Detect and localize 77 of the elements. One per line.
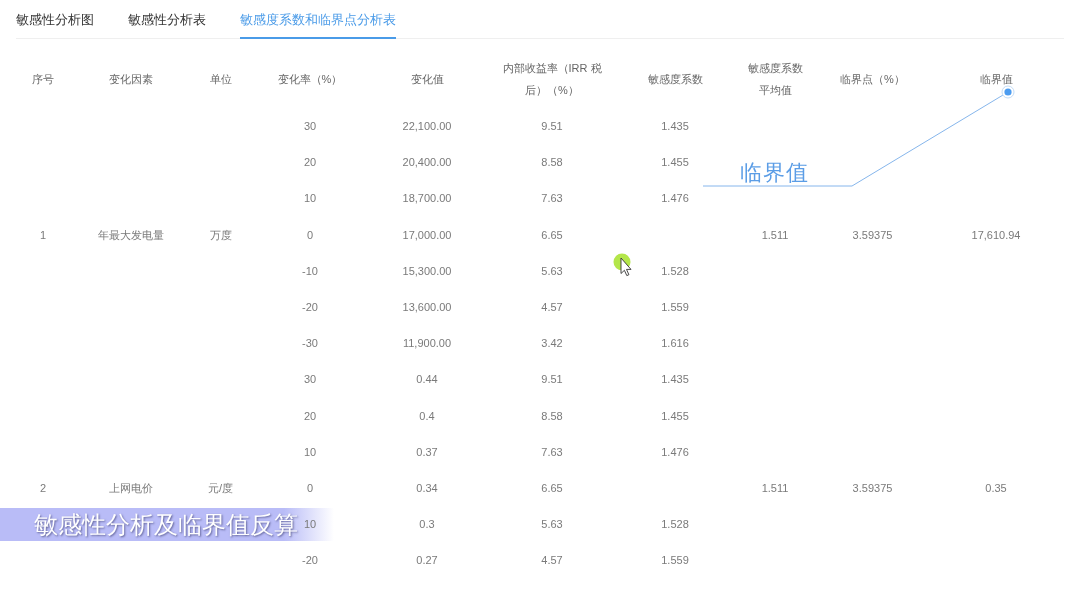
table-cell: 7.63 [541, 444, 563, 459]
table-cell: 0 [306, 480, 314, 495]
table-cell: 1.528 [661, 263, 689, 278]
table-cell: 8.58 [541, 408, 563, 423]
table-cell: 1.559 [661, 553, 689, 568]
table-cell: -10 [302, 263, 318, 278]
dot-icon [1001, 85, 1015, 99]
table-cell: -30 [302, 336, 318, 351]
table-cell: 18,700.00 [402, 191, 452, 206]
table-cell: 0.34 [416, 480, 438, 495]
table-cell: 20 [303, 408, 317, 423]
table-cell: 1.435 [661, 372, 689, 387]
table-cell: 0.3 [419, 517, 435, 532]
table-cell: 10 [303, 517, 317, 532]
table-cell: 1.476 [661, 444, 689, 459]
column-header: 单位 [209, 72, 232, 87]
column-header: 变化因素 [109, 72, 153, 87]
table-cell: 4.57 [541, 553, 563, 568]
table-cell: 8.58 [541, 155, 563, 170]
table-cell: 30 [303, 119, 317, 134]
table-cell: 17,610.94 [971, 227, 1021, 242]
table-cell: 0.37 [416, 444, 438, 459]
table-cell: 20 [303, 155, 317, 170]
table-cell: 1.455 [661, 155, 689, 170]
table-cell: 9.51 [541, 372, 563, 387]
column-header: 变化值 [410, 72, 444, 87]
column-header: 临界点（%） [840, 72, 905, 87]
table-cell: 3.42 [541, 336, 563, 351]
column-header: 敏感度系数 [647, 72, 703, 87]
table-cell: 3.59375 [852, 480, 893, 495]
table-cell: 1.511 [761, 227, 789, 242]
table-cell: 1.511 [761, 480, 789, 495]
table-cell: 1.476 [661, 191, 689, 206]
table-cell: 0.27 [416, 553, 438, 568]
table-cell: 元/度 [207, 480, 234, 495]
table-cell: 1.559 [661, 300, 689, 315]
table-cell: 1.616 [661, 336, 689, 351]
table-cell: 3.59375 [852, 227, 893, 242]
table-cell: 0 [306, 227, 314, 242]
table-cell: 年最大发电量 [98, 227, 164, 242]
table-cell: 9.51 [541, 119, 563, 134]
table-cell: 30 [303, 372, 317, 387]
table-cell: 6.65 [541, 227, 563, 242]
table-cell: 7.63 [541, 191, 563, 206]
tab[interactable]: 敏感性分析表 [128, 0, 206, 39]
table-cell: 1 [39, 227, 47, 242]
annotation-label: 临界值 [740, 160, 809, 186]
tab[interactable]: 敏感性分析图 [16, 0, 94, 39]
table-cell: 17,000.00 [402, 227, 452, 242]
table-cell: 万度 [209, 227, 232, 242]
table-cell: 1.455 [661, 408, 689, 423]
table-cell: 11,900.00 [402, 336, 452, 351]
table-cell: 13,600.00 [402, 300, 452, 315]
table-cell: 5.63 [541, 517, 563, 532]
table-cell: 10 [303, 444, 317, 459]
cursor-icon [612, 252, 632, 278]
table-cell: 15,300.00 [402, 263, 452, 278]
table-cell: 5.63 [541, 263, 563, 278]
table-cell: 2 [39, 480, 47, 495]
table-cell: 上网电价 [109, 480, 153, 495]
table-cell: -20 [302, 553, 318, 568]
table-cell: 4.57 [541, 300, 563, 315]
table-cell: -20 [302, 300, 318, 315]
column-header: 变化率（%） [277, 72, 343, 87]
table-cell: 10 [303, 191, 317, 206]
table-cell: 0.44 [416, 372, 438, 387]
table-cell: 1.435 [661, 119, 689, 134]
table-cell: 6.65 [541, 480, 563, 495]
table-cell: 1.528 [661, 517, 689, 532]
column-header: 序号 [32, 72, 54, 87]
table-cell: 20,400.00 [402, 155, 452, 170]
column-header: 内部收益率（IRR 税后）（%） [501, 61, 603, 98]
column-header: 敏感度系数平均值 [746, 61, 804, 98]
table-cell: 22,100.00 [402, 119, 452, 134]
table-cell: 0.35 [985, 480, 1007, 495]
column-header: 临界值 [979, 72, 1013, 87]
table-cell: 0.4 [419, 408, 435, 423]
